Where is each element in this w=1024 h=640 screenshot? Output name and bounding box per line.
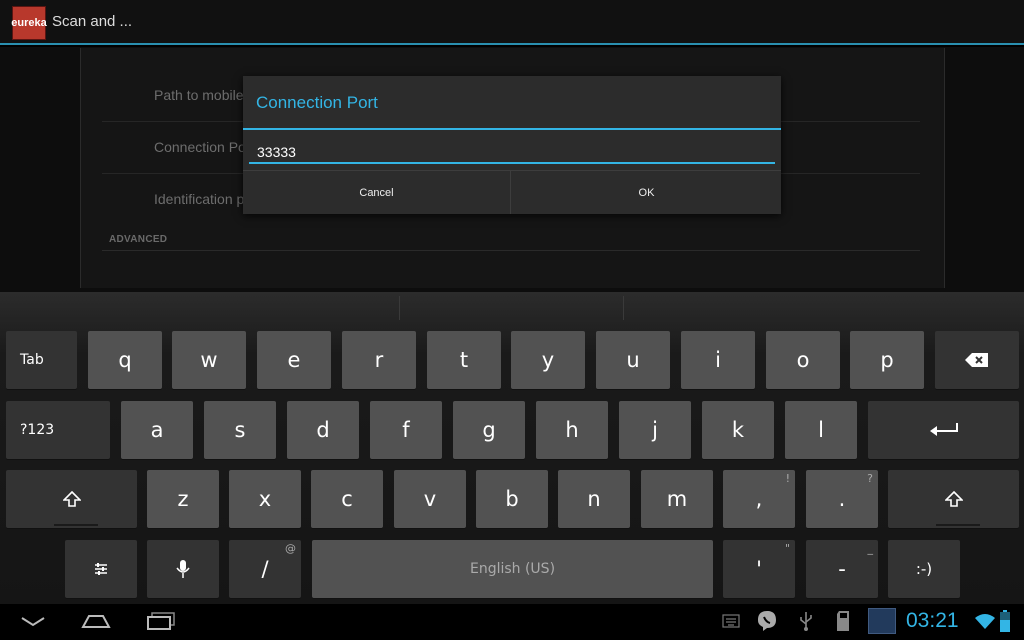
key-j[interactable]: j (619, 401, 691, 459)
key-shift-right[interactable] (888, 470, 1019, 528)
key-z[interactable]: z (147, 470, 219, 528)
key-f[interactable]: f (370, 401, 442, 459)
usb-icon (800, 612, 812, 631)
key-period[interactable]: . ? (806, 470, 878, 528)
key-a[interactable]: a (121, 401, 193, 459)
suggestion-divider (623, 296, 624, 320)
key-m[interactable]: m (641, 470, 713, 528)
key-k[interactable]: k (702, 401, 774, 459)
key-period-label: . (838, 487, 846, 511)
key-slash-label: / (261, 557, 269, 581)
key-r[interactable]: r (342, 331, 416, 389)
wifi-icon (975, 614, 995, 629)
status-clock: 03:21 (906, 609, 959, 632)
key-c[interactable]: c (311, 470, 383, 528)
dialog-title: Connection Port (256, 93, 378, 112)
battery-icon (1000, 610, 1010, 632)
key-n[interactable]: n (558, 470, 630, 528)
key-i[interactable]: i (681, 331, 755, 389)
pref-label-connection-port: Connection Po (154, 139, 246, 155)
cancel-button[interactable]: Cancel (243, 171, 511, 214)
shift-icon (62, 491, 81, 507)
key-t[interactable]: t (427, 331, 501, 389)
key-b[interactable]: b (476, 470, 548, 528)
keyboard-status-icon (722, 614, 740, 628)
key-u[interactable]: u (596, 331, 670, 389)
key-space[interactable]: English (US) (312, 540, 713, 598)
port-input[interactable] (249, 136, 775, 164)
hide-keyboard-icon[interactable] (20, 616, 46, 628)
key-dash[interactable]: - _ (806, 540, 878, 598)
enter-icon (929, 423, 958, 436)
key-p[interactable]: p (850, 331, 924, 389)
section-divider (102, 250, 920, 251)
backspace-icon (965, 353, 988, 367)
app-icon[interactable]: eureka (11, 6, 47, 40)
key-apostrophe-label: ' (756, 557, 762, 581)
sd-card-icon (837, 611, 849, 631)
key-period-hint: ? (867, 472, 873, 485)
key-voice[interactable] (147, 540, 219, 598)
ok-button[interactable]: OK (512, 171, 781, 214)
key-o[interactable]: o (766, 331, 840, 389)
key-h[interactable]: h (536, 401, 608, 459)
suggestion-divider (399, 296, 400, 320)
pref-label-identification: Identification p (154, 191, 245, 207)
key-s[interactable]: s (204, 401, 276, 459)
pref-label-path: Path to mobile (154, 87, 244, 103)
app-title: Scan and ... (52, 13, 133, 30)
viber-icon (758, 611, 776, 631)
key-x[interactable]: x (229, 470, 301, 528)
key-l[interactable]: l (785, 401, 857, 459)
connection-port-dialog: Connection Port Cancel OK (243, 76, 781, 214)
shift-underline (54, 524, 98, 526)
key-backspace[interactable] (935, 331, 1019, 389)
settings-sliders-icon (95, 563, 107, 575)
shift-underline (936, 524, 980, 526)
system-navigation-bar (0, 604, 1024, 640)
key-e[interactable]: e (257, 331, 331, 389)
key-settings[interactable] (65, 540, 137, 598)
home-icon[interactable] (80, 613, 112, 629)
key-comma-label: , (755, 487, 763, 511)
key-v[interactable]: v (394, 470, 466, 528)
recent-apps-icon[interactable] (146, 611, 176, 631)
key-tab[interactable]: Tab (6, 331, 77, 389)
section-header-advanced: ADVANCED (109, 234, 168, 245)
key-comma-hint: ! (785, 472, 790, 485)
action-bar: eureka Scan and ... (0, 0, 1024, 45)
shift-icon (944, 491, 963, 507)
key-shift-left[interactable] (6, 470, 137, 528)
key-dash-label: - (838, 557, 846, 581)
suggestion-strip (0, 292, 1024, 326)
key-d[interactable]: d (287, 401, 359, 459)
key-dash-hint: _ (867, 542, 874, 555)
key-apostrophe[interactable]: ' " (723, 540, 795, 598)
key-slash-hint: @ (285, 542, 296, 555)
key-enter[interactable] (868, 401, 1019, 459)
key-slash[interactable]: / @ (229, 540, 301, 598)
key-g[interactable]: g (453, 401, 525, 459)
app-notification-icon (868, 608, 896, 634)
key-w[interactable]: w (172, 331, 246, 389)
microphone-icon (176, 560, 190, 578)
key-symbols[interactable]: ?123 (6, 401, 110, 459)
key-q[interactable]: q (88, 331, 162, 389)
dialog-title-divider (243, 128, 781, 130)
key-comma[interactable]: , ! (723, 470, 795, 528)
key-apostrophe-hint: " (784, 542, 790, 555)
key-y[interactable]: y (511, 331, 585, 389)
key-smiley[interactable]: :-) (888, 540, 960, 598)
